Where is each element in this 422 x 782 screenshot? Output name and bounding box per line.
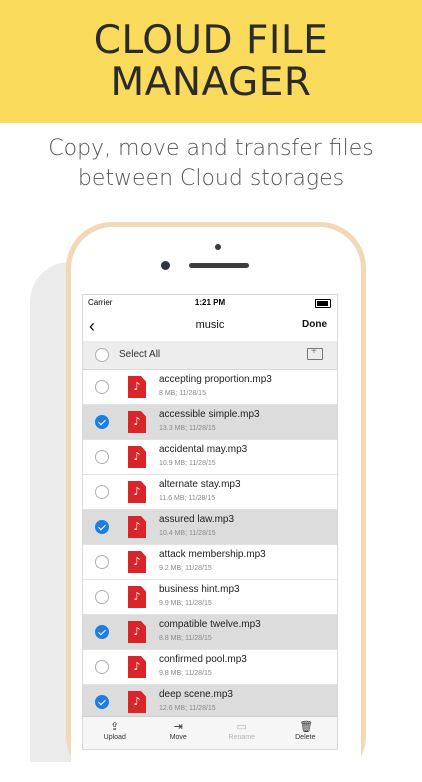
promo-subtitle: Copy, move and transfer files between Cl…: [0, 134, 422, 194]
rename-icon: ▭: [236, 721, 247, 733]
file-row[interactable]: ♪ confirmed pool.mp3 9.8 MB; 11/28/15: [83, 650, 337, 685]
delete-button[interactable]: 🗑 Delete: [280, 717, 330, 749]
file-name: deep scene.mp3: [159, 689, 233, 700]
music-file-icon: ♪: [128, 551, 146, 573]
battery-icon: [315, 299, 331, 308]
file-row[interactable]: ♪ accidental may.mp3 10.9 MB; 11/28/15: [83, 440, 337, 475]
file-meta: 9.9 MB; 11/28/15: [159, 600, 212, 607]
delete-label: Delete: [295, 734, 316, 741]
promo-banner: CLOUD FILE MANAGER: [0, 0, 422, 123]
music-file-icon: ♪: [128, 411, 146, 433]
file-name: business hint.mp3: [159, 584, 240, 595]
music-note-icon: ♪: [133, 485, 141, 498]
file-name: confirmed pool.mp3: [159, 654, 247, 665]
file-checkbox[interactable]: [95, 520, 109, 534]
move-button[interactable]: ⇥ Move: [153, 717, 203, 749]
move-label: Move: [169, 734, 187, 741]
file-checkbox[interactable]: [95, 380, 109, 394]
file-checkbox[interactable]: [95, 660, 109, 674]
file-meta: 10.4 MB; 11/28/15: [159, 530, 216, 537]
bottom-toolbar: ⇪ Upload ⇥ Move ▭ Rename 🗑 Delete: [83, 716, 337, 749]
music-file-icon: ♪: [128, 656, 146, 678]
music-file-icon: ♪: [128, 481, 146, 503]
done-button[interactable]: Done: [302, 319, 327, 330]
music-note-icon: ♪: [133, 660, 141, 673]
file-checkbox[interactable]: [95, 450, 109, 464]
file-meta: 12.6 MB; 11/28/15: [159, 705, 216, 712]
status-bar: Carrier 1:21 PM: [83, 295, 337, 311]
file-meta: 8 MB; 11/28/15: [159, 390, 206, 397]
file-row[interactable]: ♪ accessible simple.mp3 13.3 MB; 11/28/15: [83, 405, 337, 440]
page-title: music: [195, 319, 225, 331]
upload-icon: ⇪: [110, 721, 120, 733]
file-row[interactable]: ♪ deep scene.mp3 12.6 MB; 11/28/15: [83, 685, 337, 720]
file-checkbox[interactable]: [95, 415, 109, 429]
file-meta: 10.9 MB; 11/28/15: [159, 460, 216, 467]
banner-title-line-2: MANAGER: [110, 59, 312, 105]
music-note-icon: ♪: [133, 415, 141, 428]
trash-icon: 🗑: [299, 721, 314, 733]
music-note-icon: ♪: [133, 590, 141, 603]
music-note-icon: ♪: [133, 520, 141, 533]
music-file-icon: ♪: [128, 516, 146, 538]
select-all-row[interactable]: Select All: [83, 341, 337, 370]
banner-title-line-1: CLOUD FILE: [93, 17, 329, 63]
music-file-icon: ♪: [128, 376, 146, 398]
file-row[interactable]: ♪ business hint.mp3 9.9 MB; 11/28/15: [83, 580, 337, 615]
file-checkbox[interactable]: [95, 695, 109, 709]
file-name: accepting proportion.mp3: [159, 374, 272, 385]
file-name: attack membership.mp3: [159, 549, 266, 560]
front-camera: [161, 261, 170, 270]
file-row[interactable]: ♪ compatible twelve.mp3 8.8 MB; 11/28/15: [83, 615, 337, 650]
select-all-label: Select All: [119, 349, 161, 360]
file-name: accessible simple.mp3: [159, 409, 260, 420]
file-meta: 13.3 MB; 11/28/15: [159, 425, 216, 432]
proximity-sensor: [215, 244, 221, 250]
rename-label: Rename: [228, 734, 255, 741]
music-file-icon: ♪: [128, 446, 146, 468]
navigation-bar: ‹ music Done: [83, 311, 337, 342]
file-checkbox[interactable]: [95, 590, 109, 604]
file-name: alternate stay.mp3: [159, 479, 241, 490]
file-name: assured law.mp3: [159, 514, 235, 525]
file-row[interactable]: ♪ alternate stay.mp3 11.6 MB; 11/28/15: [83, 475, 337, 510]
music-note-icon: ♪: [133, 380, 141, 393]
file-checkbox[interactable]: [95, 485, 109, 499]
file-name: accidental may.mp3: [159, 444, 248, 455]
file-meta: 9.8 MB; 11/28/15: [159, 670, 212, 677]
music-file-icon: ♪: [128, 621, 146, 643]
earpiece-speaker: [189, 263, 249, 268]
music-note-icon: ♪: [133, 555, 141, 568]
music-file-icon: ♪: [128, 691, 146, 713]
app-screen: Carrier 1:21 PM ‹ music Done Select All …: [82, 294, 338, 750]
select-all-checkbox[interactable]: [95, 348, 109, 362]
move-icon: ⇥: [173, 721, 183, 733]
file-checkbox[interactable]: [95, 555, 109, 569]
file-meta: 11.6 MB; 11/28/15: [159, 495, 216, 502]
status-time: 1:21 PM: [194, 298, 226, 307]
music-file-icon: ♪: [128, 586, 146, 608]
file-name: compatible twelve.mp3: [159, 619, 261, 630]
file-list: ♪ accepting proportion.mp3 8 MB; 11/28/15 ♪…: [83, 370, 337, 749]
subtitle-line-2: between Cloud storages: [77, 166, 345, 191]
upload-label: Upload: [103, 734, 126, 741]
new-folder-icon[interactable]: [307, 346, 323, 360]
music-note-icon: ♪: [133, 625, 141, 638]
file-meta: 8.8 MB; 11/28/15: [159, 635, 212, 642]
music-note-icon: ♪: [133, 450, 141, 463]
subtitle-line-1: Copy, move and transfer files: [48, 136, 374, 161]
rename-button[interactable]: ▭ Rename: [217, 717, 267, 749]
file-row[interactable]: ♪ attack membership.mp3 9.2 MB; 11/28/15: [83, 545, 337, 580]
file-row[interactable]: ♪ assured law.mp3 10.4 MB; 11/28/15: [83, 510, 337, 545]
music-note-icon: ♪: [133, 695, 141, 708]
file-meta: 9.2 MB; 11/28/15: [159, 565, 212, 572]
file-row[interactable]: ♪ accepting proportion.mp3 8 MB; 11/28/15: [83, 370, 337, 405]
upload-button[interactable]: ⇪ Upload: [90, 717, 140, 749]
file-checkbox[interactable]: [95, 625, 109, 639]
